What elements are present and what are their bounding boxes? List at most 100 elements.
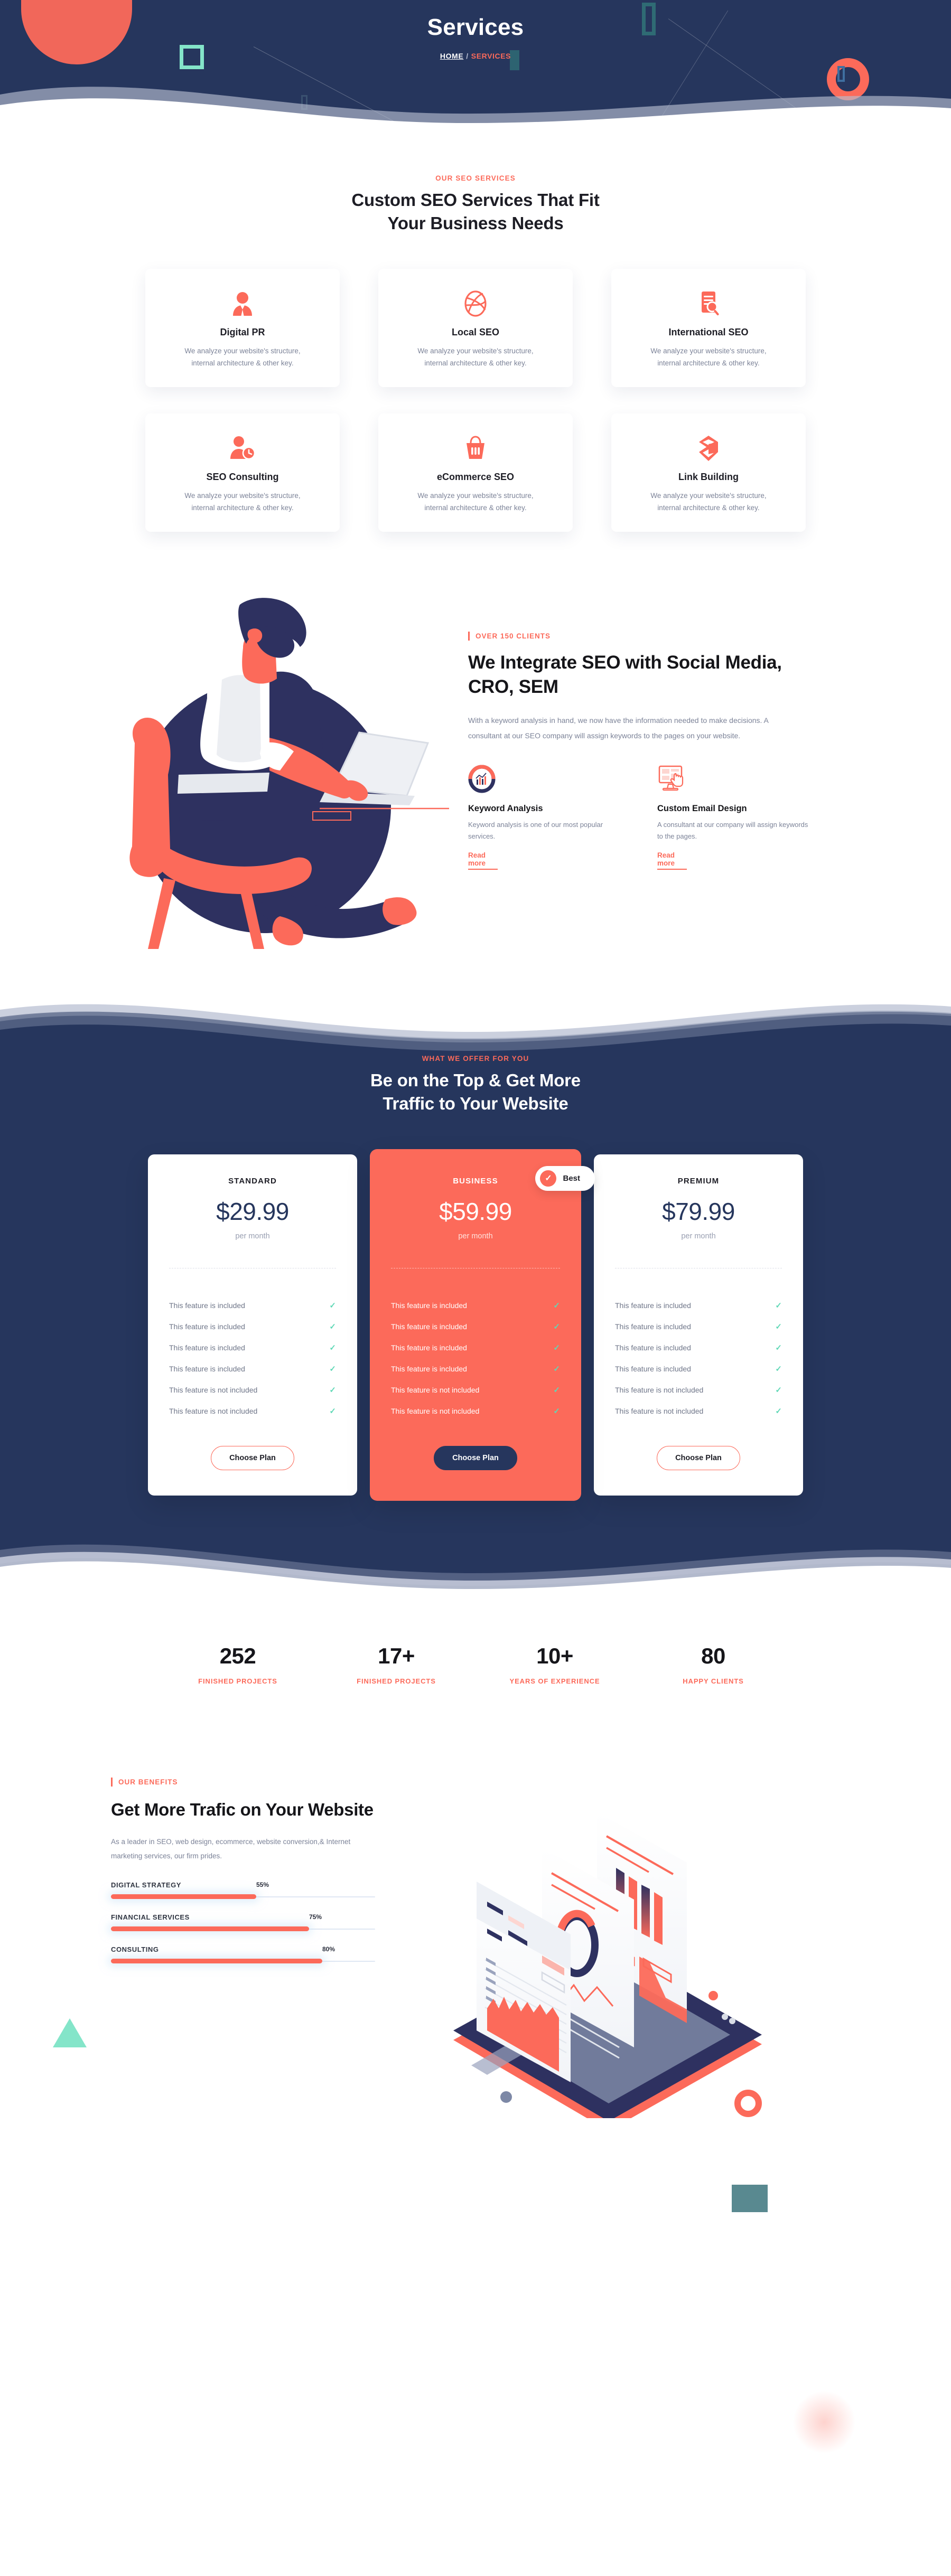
skill-header: FINANCIAL SERVICES 75% xyxy=(111,1913,375,1921)
plan-feature-text: This feature is included xyxy=(391,1322,467,1331)
integrate-copy: OVER 150 CLIENTS We Integrate SEO with S… xyxy=(449,632,840,901)
services-title-line1: Custom SEO Services That Fit xyxy=(351,190,600,210)
choose-plan-button[interactable]: Choose Plan xyxy=(657,1445,740,1470)
skill-percent: 55% xyxy=(256,1881,269,1888)
user-clock-icon xyxy=(161,434,324,463)
pricing-coral-ring xyxy=(734,2089,762,2117)
badge-check-icon: ✓ xyxy=(540,1170,557,1187)
skill-percent: 80% xyxy=(322,1945,335,1953)
plan-feature-text: This feature is included xyxy=(391,1343,467,1352)
plan-feature-text: This feature is not included xyxy=(169,1385,258,1394)
benefits-paragraph: As a leader in SEO, web design, ecommerc… xyxy=(111,1838,351,1860)
skill-name: CONSULTING xyxy=(111,1945,159,1953)
plan-feature-text: This feature is included xyxy=(615,1343,691,1352)
pricing-diagonal-line-2 xyxy=(554,2328,830,2576)
skill-item: CONSULTING 80% xyxy=(111,1945,375,1963)
skill-track xyxy=(111,1959,375,1963)
choose-plan-button[interactable]: Choose Plan xyxy=(211,1445,294,1470)
shopping-basket-icon xyxy=(394,434,557,463)
service-card[interactable]: Local SEO We analyze your website's stru… xyxy=(378,268,573,387)
service-desc-line1: We analyze your website's structure, xyxy=(184,346,301,355)
stats-section: 252 FINISHED PROJECTS 17+ FINISHED PROJE… xyxy=(0,1595,951,1722)
stat-value: 80 xyxy=(701,1643,725,1668)
skill-fill xyxy=(111,1894,256,1899)
check-icon: ✓ xyxy=(329,1364,336,1374)
skill-track xyxy=(111,1894,375,1899)
plan-feature-text: This feature is not included xyxy=(169,1406,258,1415)
service-card-title: International SEO xyxy=(668,326,749,337)
services-page: Services HOME / SERVICES OUR SEO SERVICES … xyxy=(0,0,951,2576)
plan-feature-item: This feature is included ✓ xyxy=(169,1337,336,1358)
benefits-heading: Get More Trafic on Your Website xyxy=(111,1799,374,1819)
monitor-click-icon xyxy=(657,765,810,795)
skill-name: DIGITAL STRATEGY xyxy=(111,1881,182,1889)
badge-label: Best xyxy=(563,1173,580,1183)
service-card-desc: We analyze your website's structure, int… xyxy=(394,490,557,514)
service-desc-line2: internal architecture & other key. xyxy=(657,504,760,512)
plan-feature-item: This feature is not included ✓ xyxy=(169,1379,336,1400)
plan-feature-item: This feature is included ✓ xyxy=(169,1358,336,1379)
integrate-heading: We Integrate SEO with Social Media, CRO,… xyxy=(468,652,782,698)
service-desc-line1: We analyze your website's structure, xyxy=(650,491,767,500)
services-title-line2: Your Business Needs xyxy=(387,213,564,233)
plan-name: PREMIUM xyxy=(677,1176,720,1186)
plan-feature-text: This feature is not included xyxy=(391,1385,480,1394)
link-chain-icon xyxy=(627,434,790,463)
plan-feature-text: This feature is included xyxy=(169,1364,245,1373)
service-card-title: SEO Consulting xyxy=(206,471,279,482)
breadcrumb-separator: / xyxy=(466,52,469,61)
plan-period: per month xyxy=(235,1231,270,1240)
check-icon: ✓ xyxy=(553,1385,560,1395)
pricing-card-premium: PREMIUM $79.99 per month This feature is… xyxy=(594,1154,803,1496)
service-card[interactable]: SEO Consulting We analyze your website's… xyxy=(145,413,340,532)
service-card-title: Digital PR xyxy=(220,326,265,337)
stat-label: HAPPY CLIENTS xyxy=(683,1677,744,1685)
check-icon: ✓ xyxy=(775,1385,782,1395)
benefits-label: OUR BENEFITS xyxy=(111,1778,433,1787)
check-icon: ✓ xyxy=(553,1322,560,1331)
service-card[interactable]: Link Building We analyze your website's … xyxy=(611,413,806,532)
check-icon: ✓ xyxy=(775,1322,782,1331)
pricing-teal-square xyxy=(732,2184,768,2212)
service-desc-line2: internal architecture & other key. xyxy=(191,359,294,368)
pricing-eyebrow: WHAT WE OFFER FOR YOU xyxy=(422,1054,529,1063)
plan-feature-text: This feature is included xyxy=(615,1364,691,1373)
read-more-link[interactable]: Read more xyxy=(468,851,498,870)
pricing-coral-glow xyxy=(792,2390,856,2454)
plan-feature-item: This feature is included ✓ xyxy=(615,1358,782,1379)
service-card[interactable]: International SEO We analyze your websit… xyxy=(611,268,806,387)
breadcrumb-home-link[interactable]: HOME xyxy=(440,52,463,60)
service-card-desc: We analyze your website's structure, int… xyxy=(627,345,790,370)
feature-title: Keyword Analysis xyxy=(468,803,543,813)
plan-feature-item: This feature is not included ✓ xyxy=(169,1400,336,1422)
man-working-laptop-illustration xyxy=(111,585,449,949)
pricing-card-standard: STANDARD $29.99 per month This feature i… xyxy=(148,1154,357,1496)
read-more-link[interactable]: Read more xyxy=(657,851,687,870)
skill-item: DIGITAL STRATEGY 55% xyxy=(111,1881,375,1899)
plan-feature-list: This feature is included ✓ This feature i… xyxy=(169,1295,336,1422)
service-card[interactable]: Digital PR We analyze your website's str… xyxy=(145,268,340,387)
feature-title: Custom Email Design xyxy=(657,803,747,813)
integrate-paragraph: With a keyword analysis in hand, we now … xyxy=(468,716,769,740)
skill-header: CONSULTING 80% xyxy=(111,1945,375,1953)
choose-plan-button[interactable]: Choose Plan xyxy=(434,1445,517,1470)
plan-feature-item: This feature is included ✓ xyxy=(615,1295,782,1316)
plan-feature-item: This feature is included ✓ xyxy=(391,1337,560,1358)
plan-price: $79.99 xyxy=(662,1197,735,1225)
service-card-desc: We analyze your website's structure, int… xyxy=(161,345,324,370)
service-card[interactable]: eCommerce SEO We analyze your website's … xyxy=(378,413,573,532)
service-desc-line2: internal architecture & other key. xyxy=(424,504,527,512)
plan-price: $29.99 xyxy=(216,1197,289,1225)
pricing-title-line1: Be on the Top & Get More xyxy=(370,1070,581,1090)
plan-feature-item: This feature is included ✓ xyxy=(615,1316,782,1337)
pricing-content: WHAT WE OFFER FOR YOU Be on the Top & Ge… xyxy=(111,1055,840,1501)
stat-item: 17+ FINISHED PROJECTS xyxy=(317,1643,476,1685)
pricing-diagonal-line-1 xyxy=(0,2195,426,2358)
check-icon: ✓ xyxy=(553,1406,560,1416)
stat-label: FINISHED PROJECTS xyxy=(198,1677,277,1685)
plan-feature-text: This feature is included xyxy=(391,1301,467,1310)
check-icon: ✓ xyxy=(329,1406,336,1416)
pricing-title: Be on the Top & Get More Traffic to Your… xyxy=(111,1069,840,1115)
service-card-desc: We analyze your website's structure, int… xyxy=(627,490,790,514)
skill-fill xyxy=(111,1926,309,1931)
